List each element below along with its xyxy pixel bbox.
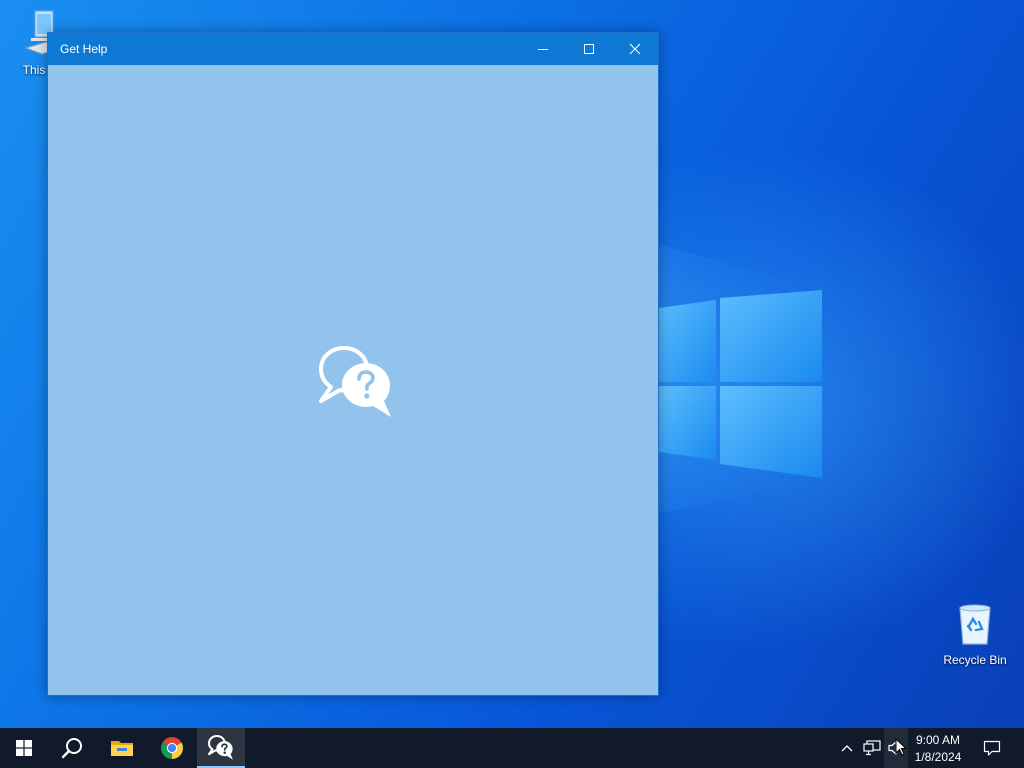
search-button[interactable] <box>48 728 96 768</box>
file-explorer-button[interactable] <box>98 728 146 768</box>
folder-icon <box>111 741 133 756</box>
close-icon <box>629 43 641 55</box>
get-help-icon <box>319 346 391 417</box>
clock-date: 1/8/2024 <box>914 750 962 764</box>
desktop-icon-recycle-bin[interactable]: Recycle Bin <box>935 602 1015 667</box>
network-icon <box>863 740 881 756</box>
network-button[interactable] <box>860 728 884 768</box>
window-titlebar[interactable]: Get Help <box>48 33 658 65</box>
windows-logo-icon <box>16 740 32 756</box>
notification-icon <box>983 740 1001 756</box>
action-center-button[interactable] <box>974 728 1010 768</box>
taskbar: 9:00 AM 1/8/2024 <box>0 728 1024 768</box>
chrome-button[interactable] <box>148 728 196 768</box>
show-hidden-icons-button[interactable] <box>836 728 858 768</box>
clock[interactable]: 9:00 AM 1/8/2024 <box>908 728 968 768</box>
search-icon <box>61 738 82 759</box>
start-button[interactable] <box>0 728 48 768</box>
recycle-bin-icon <box>959 604 991 645</box>
maximize-button[interactable] <box>566 33 612 65</box>
get-help-icon <box>208 735 233 760</box>
window-title: Get Help <box>60 42 108 56</box>
minimize-icon <box>538 49 548 50</box>
chrome-icon <box>161 737 183 759</box>
get-help-window[interactable]: Get Help <box>47 32 659 696</box>
maximize-icon <box>584 44 594 54</box>
close-button[interactable] <box>612 33 658 65</box>
clock-time: 9:00 AM <box>915 733 961 747</box>
get-help-taskbar-button[interactable] <box>197 728 245 768</box>
chevron-up-icon <box>841 745 853 752</box>
minimize-button[interactable] <box>520 33 566 65</box>
mouse-pointer-icon <box>895 738 907 756</box>
desktop-icon-label: Recycle Bin <box>943 653 1007 667</box>
